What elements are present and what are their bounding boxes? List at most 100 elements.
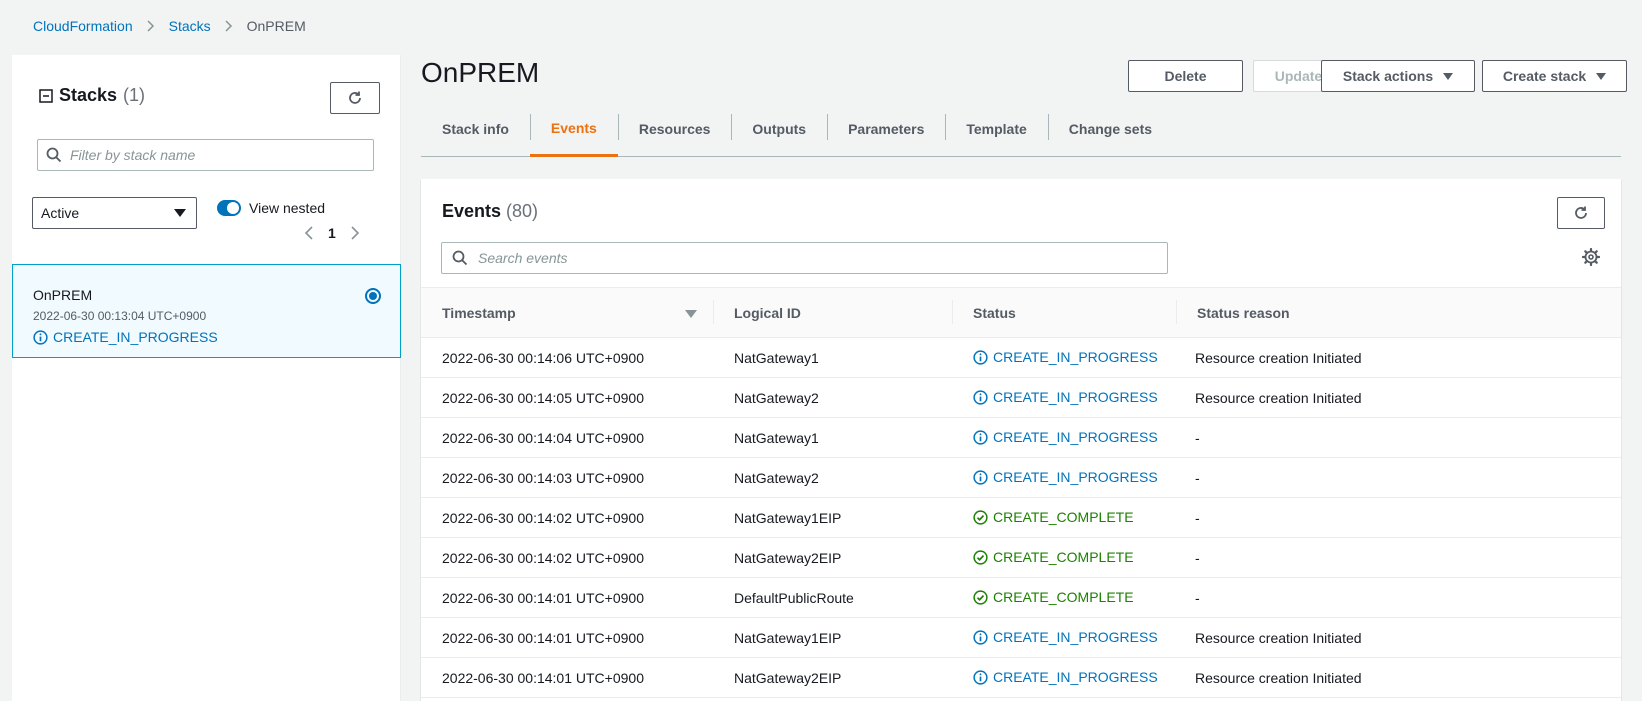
column-header-status[interactable]: Status (973, 305, 1016, 321)
gear-icon[interactable] (1582, 248, 1600, 266)
check-circle-icon (973, 549, 988, 565)
breadcrumb: CloudFormation Stacks OnPREM (33, 18, 306, 34)
table-row: 2022-06-30 00:14:01 UTC+0900 DefaultPubli… (421, 578, 1621, 618)
cell-timestamp: 2022-06-30 00:14:02 UTC+0900 (442, 510, 644, 526)
cell-status-reason: - (1195, 430, 1200, 446)
table-row: 2022-06-30 00:14:04 UTC+0900 NatGateway1 C… (421, 418, 1621, 458)
events-table: Timestamp Logical ID Status Status reaso… (421, 287, 1621, 698)
tab-events[interactable]: Events (529, 110, 618, 157)
caret-down-icon (1596, 72, 1607, 80)
events-refresh-button[interactable] (1557, 197, 1605, 229)
stack-timestamp: 2022-06-30 00:13:04 UTC+0900 (33, 309, 207, 323)
cell-status-reason: - (1195, 510, 1200, 526)
tab-outputs[interactable]: Outputs (731, 110, 827, 156)
stack-status-text: CREATE_IN_PROGRESS (53, 329, 218, 345)
tab-label: Template (966, 121, 1027, 137)
column-header-logical-id[interactable]: Logical ID (734, 305, 801, 321)
cell-status-reason: Resource creation Initiated (1195, 390, 1362, 406)
tab-resources[interactable]: Resources (617, 110, 732, 156)
breadcrumb-cloudformation[interactable]: CloudFormation (33, 18, 133, 34)
stack-status: CREATE_IN_PROGRESS (33, 329, 218, 345)
check-circle-icon (973, 589, 988, 605)
search-events-placeholder: Search events (478, 250, 568, 266)
table-row: 2022-06-30 00:14:03 UTC+0900 NatGateway2 C… (421, 458, 1621, 498)
collapse-icon[interactable] (39, 88, 53, 103)
check-circle-icon (973, 509, 988, 525)
toggle-switch[interactable] (217, 200, 241, 216)
table-row: 2022-06-30 00:14:02 UTC+0900 NatGateway1E… (421, 498, 1621, 538)
tab-label: Outputs (752, 121, 807, 137)
delete-label: Delete (1164, 68, 1207, 84)
stack-filter-input[interactable]: Filter by stack name (37, 139, 374, 171)
search-icon (46, 147, 62, 163)
tab-label: Parameters (848, 121, 925, 137)
cell-logical-id: NatGateway1 (734, 430, 819, 446)
status-text: CREATE_COMPLETE (993, 549, 1134, 565)
info-icon (973, 389, 988, 405)
info-icon (973, 469, 988, 485)
delete-button[interactable]: Delete (1128, 60, 1243, 92)
cell-logical-id: NatGateway1 (734, 350, 819, 366)
tab-change-sets[interactable]: Change sets (1047, 110, 1173, 156)
stack-actions-button[interactable]: Stack actions (1321, 60, 1475, 92)
caret-down-icon (174, 209, 186, 217)
cell-status-reason: Resource creation Initiated (1195, 350, 1362, 366)
tab-label: Change sets (1068, 121, 1153, 137)
tab-label: Events (550, 120, 597, 136)
chevron-left-icon[interactable] (304, 225, 314, 241)
cell-logical-id: NatGateway1EIP (734, 630, 842, 646)
sort-descending-icon[interactable] (685, 310, 697, 318)
cell-status: CREATE_IN_PROGRESS (973, 629, 1158, 645)
stacks-header: Stacks (1) (39, 85, 145, 106)
table-body: 2022-06-30 00:14:06 UTC+0900 NatGateway1 C… (421, 338, 1621, 698)
tab-parameters[interactable]: Parameters (827, 110, 945, 156)
cell-timestamp: 2022-06-30 00:14:02 UTC+0900 (442, 550, 644, 566)
tab-label: Resources (638, 121, 711, 137)
column-divider[interactable] (713, 300, 714, 324)
view-nested-toggle[interactable]: View nested (217, 200, 325, 216)
status-filter-select[interactable]: Active (32, 197, 197, 229)
cell-status: CREATE_IN_PROGRESS (973, 429, 1158, 445)
chevron-right-icon[interactable] (350, 225, 360, 241)
stacks-refresh-button[interactable] (330, 82, 380, 114)
chevron-right-icon (225, 20, 232, 32)
tab-template[interactable]: Template (945, 110, 1047, 156)
info-icon (973, 629, 988, 645)
stack-list-item[interactable]: OnPREM 2022-06-30 00:13:04 UTC+0900 CREA… (12, 264, 401, 358)
tab-stack-info[interactable]: Stack info (421, 110, 530, 156)
page-number[interactable]: 1 (328, 225, 336, 241)
refresh-icon (1575, 206, 1587, 219)
chevron-right-icon (147, 20, 154, 32)
info-icon (973, 429, 988, 445)
stacks-sidebar: Stacks (1) Filter by stack name Active V… (12, 55, 401, 701)
status-text: CREATE_IN_PROGRESS (993, 429, 1158, 445)
cell-status: CREATE_COMPLETE (973, 509, 1134, 525)
cell-timestamp: 2022-06-30 00:14:01 UTC+0900 (442, 670, 644, 686)
table-header: Timestamp Logical ID Status Status reaso… (421, 288, 1621, 338)
column-header-status-reason[interactable]: Status reason (1197, 305, 1290, 321)
column-divider[interactable] (952, 300, 953, 324)
status-text: CREATE_IN_PROGRESS (993, 469, 1158, 485)
breadcrumb-stacks[interactable]: Stacks (169, 18, 211, 34)
stack-filter-placeholder: Filter by stack name (70, 147, 196, 163)
cell-status-reason: - (1195, 470, 1200, 486)
create-stack-button[interactable]: Create stack (1482, 60, 1627, 92)
table-row: 2022-06-30 00:14:05 UTC+0900 NatGateway2 C… (421, 378, 1621, 418)
events-count: (80) (506, 201, 539, 221)
stack-name: OnPREM (33, 287, 93, 303)
column-divider[interactable] (1176, 300, 1177, 324)
cell-timestamp: 2022-06-30 00:14:03 UTC+0900 (442, 470, 644, 486)
events-title: Events (442, 201, 502, 221)
info-icon (973, 669, 988, 685)
column-header-timestamp[interactable]: Timestamp (442, 305, 516, 321)
status-text: CREATE_COMPLETE (993, 589, 1134, 605)
stack-radio[interactable] (365, 288, 381, 304)
cell-status: CREATE_IN_PROGRESS (973, 389, 1158, 405)
search-events-input[interactable]: Search events (441, 242, 1168, 274)
cell-status: CREATE_COMPLETE (973, 589, 1134, 605)
table-row: 2022-06-30 00:14:02 UTC+0900 NatGateway2E… (421, 538, 1621, 578)
events-header: Events (80) (442, 201, 538, 222)
status-text: CREATE_IN_PROGRESS (993, 389, 1158, 405)
create-stack-label: Create stack (1502, 68, 1587, 84)
stacks-count: (1) (123, 85, 146, 105)
